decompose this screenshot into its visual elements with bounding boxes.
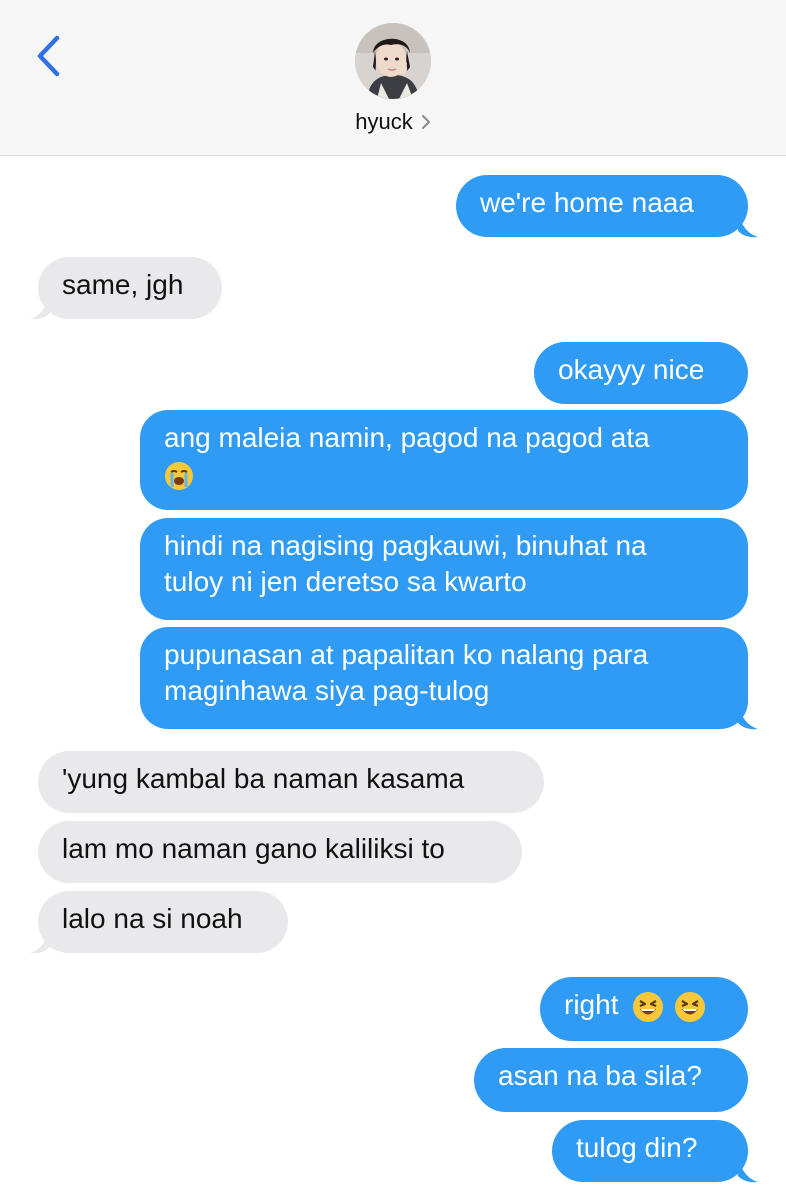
- message-bubble-outgoing[interactable]: okayyy nice: [534, 342, 748, 404]
- message-text: asan na ba sila?: [498, 1060, 702, 1091]
- chevron-right-icon: [421, 114, 431, 130]
- message-bubble-outgoing[interactable]: tulog din?: [552, 1120, 748, 1182]
- message-text-line: hindi na nagising pagkauwi, binuhat na: [164, 530, 647, 561]
- message-text: okayyy nice: [558, 354, 705, 385]
- message-text: we're home naaa: [480, 187, 694, 218]
- message-bubble-outgoing[interactable]: ang maleia namin, pagod na pagod ata: [140, 410, 748, 510]
- message-text-line: pupunasan at papalitan ko nalang para: [164, 639, 649, 670]
- message-bubble-incoming[interactable]: lam mo naman gano kaliliksi to: [38, 821, 522, 883]
- message-text-line: maginhawa siya pag-tulog: [164, 675, 490, 706]
- message-bubble-outgoing[interactable]: we're home naaa: [456, 175, 748, 237]
- message-text-line: tuloy ni jen deretso sa kwarto: [164, 566, 527, 597]
- bubble-tail: [30, 930, 50, 954]
- message-text: right: [564, 989, 619, 1020]
- message-bubble-outgoing[interactable]: right: [540, 977, 748, 1041]
- avatar[interactable]: [355, 23, 431, 99]
- chevron-left-icon: [37, 35, 60, 77]
- grinning-squinting-face-emoji: [675, 991, 706, 1022]
- message-bubble-incoming[interactable]: lalo na si noah: [38, 891, 288, 953]
- message-bubble-outgoing[interactable]: hindi na nagising pagkauwi, binuhat na t…: [140, 518, 748, 620]
- message-bubble-outgoing[interactable]: pupunasan at papalitan ko nalang para ma…: [140, 627, 748, 729]
- message-bubble-outgoing[interactable]: asan na ba sila?: [474, 1048, 748, 1112]
- contact-photo: [355, 23, 431, 99]
- message-text: lam mo naman gano kaliliksi to: [62, 833, 445, 864]
- contact-name-button[interactable]: hyuck: [0, 108, 786, 136]
- back-button[interactable]: [28, 30, 68, 82]
- message-text: same, jgh: [62, 269, 184, 300]
- message-text: ang maleia namin, pagod na pagod ata: [164, 422, 650, 453]
- message-bubble-incoming[interactable]: same, jgh: [38, 257, 222, 319]
- bubble-tail: [738, 1159, 758, 1183]
- conversation-header: hyuck: [0, 0, 786, 156]
- bubble-tail: [738, 214, 758, 238]
- message-text: tulog din?: [576, 1132, 698, 1163]
- message-text: lalo na si noah: [62, 903, 243, 934]
- grinning-squinting-face-emoji: [633, 991, 664, 1022]
- message-text: 'yung kambal ba naman kasama: [62, 763, 465, 794]
- loudly-crying-face-emoji: [165, 461, 193, 490]
- contact-name: hyuck: [355, 109, 413, 134]
- bubble-tail: [30, 296, 50, 320]
- message-bubble-incoming[interactable]: 'yung kambal ba naman kasama: [38, 751, 544, 813]
- bubble-tail: [738, 706, 758, 730]
